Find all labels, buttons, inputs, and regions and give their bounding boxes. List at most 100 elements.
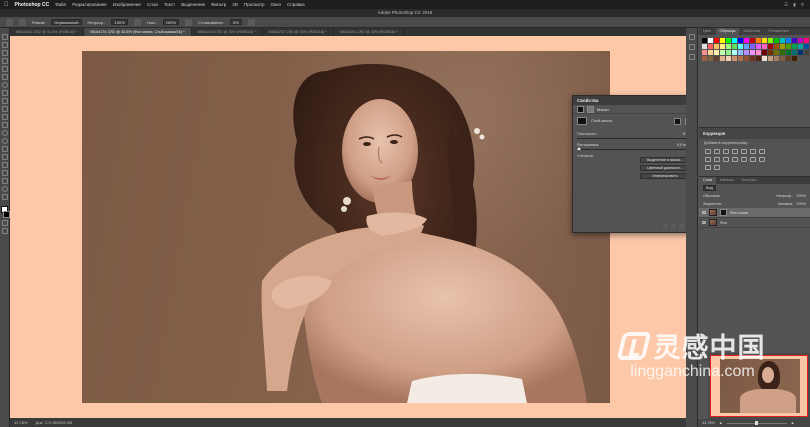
color-swatch[interactable] [744, 44, 749, 49]
color-swatch[interactable] [798, 38, 803, 43]
menu-type[interactable]: Текст [164, 2, 175, 7]
color-swatch[interactable] [732, 56, 737, 61]
color-swatch[interactable] [792, 44, 797, 49]
color-swatch[interactable] [738, 56, 743, 61]
tab-relations[interactable]: Отношения [764, 28, 792, 35]
crop-tool-icon[interactable] [1, 66, 8, 72]
color-swatch[interactable] [738, 50, 743, 55]
color-swatch[interactable] [780, 44, 785, 49]
visibility-toggle-icon[interactable] [679, 224, 684, 229]
posterize-icon[interactable] [750, 157, 756, 162]
search-icon[interactable]: ⚲ [801, 2, 804, 8]
tab-swatches[interactable]: Образцы [715, 28, 740, 35]
color-swatch[interactable] [750, 44, 755, 49]
gradient-tool-icon[interactable] [1, 122, 8, 128]
tab-paths[interactable]: Контуры [738, 177, 761, 184]
eyedropper-tool-icon[interactable] [1, 74, 8, 80]
color-swatch[interactable] [720, 56, 725, 61]
layer-mask-thumbnail[interactable] [577, 117, 587, 125]
tab-color[interactable]: Цвет [699, 28, 716, 35]
flow-field[interactable]: 100% [162, 19, 179, 25]
color-swatch[interactable] [726, 56, 731, 61]
apply-mask-footer-icon[interactable] [671, 224, 676, 229]
navigator-zoom[interactable]: 43,78% [702, 421, 715, 425]
zoom-tool-icon[interactable] [1, 186, 8, 192]
layer-row-background-copy[interactable]: Фон копия [699, 208, 810, 218]
menu-layers[interactable]: Слои [147, 2, 158, 7]
visibility-eye-icon[interactable] [702, 211, 706, 214]
color-swatch[interactable] [732, 50, 737, 55]
color-swatch[interactable] [768, 50, 773, 55]
vector-mask-icon[interactable] [587, 105, 594, 113]
blend-mode-select[interactable]: Обычные [703, 194, 720, 198]
portrait-photo[interactable] [82, 51, 610, 403]
color-swatch[interactable] [786, 50, 791, 55]
color-balance-icon[interactable] [759, 149, 765, 154]
color-swatch[interactable] [750, 56, 755, 61]
photo-filter-icon[interactable] [714, 157, 720, 162]
tab-document-2[interactable]: M0A4174.CR2 @ 43,8% (Фон копия, Слой-мас… [84, 28, 192, 36]
color-swatch[interactable] [756, 50, 761, 55]
color-swatch[interactable] [726, 50, 731, 55]
threshold-icon[interactable] [759, 157, 765, 162]
history-panel-icon[interactable] [688, 34, 695, 40]
color-swatch[interactable] [702, 50, 707, 55]
navigator-zoom-slider[interactable] [726, 420, 787, 425]
color-swatch[interactable] [768, 56, 773, 61]
density-slider[interactable] [577, 136, 694, 139]
paragraph-panel-icon[interactable] [688, 54, 695, 60]
color-swatch[interactable] [798, 44, 803, 49]
color-swatch[interactable] [768, 38, 773, 43]
color-swatch[interactable] [744, 56, 749, 61]
color-swatch[interactable] [774, 56, 779, 61]
opacity-field[interactable]: 100% [111, 19, 128, 25]
color-swatch[interactable] [732, 38, 737, 43]
healing-brush-icon[interactable] [1, 82, 8, 88]
character-panel-icon[interactable] [688, 44, 695, 50]
color-swatch[interactable] [720, 38, 725, 43]
feather-slider[interactable] [577, 147, 692, 150]
menu-window[interactable]: Окно [271, 2, 281, 7]
color-swatch[interactable] [702, 56, 707, 61]
color-swatch[interactable] [744, 38, 749, 43]
color-swatch[interactable] [750, 38, 755, 43]
color-swatch[interactable] [786, 56, 791, 61]
color-swatch[interactable] [786, 44, 791, 49]
tab-document-3[interactable]: M0A4216.CR2 @ 33% (RGB/16) * [192, 28, 263, 36]
gradient-map-icon[interactable] [705, 165, 711, 170]
tab-layers[interactable]: Слои [699, 177, 717, 184]
visibility-eye-icon[interactable] [702, 221, 706, 224]
color-swatch[interactable] [708, 50, 713, 55]
wifi-icon[interactable]: ☰ [784, 2, 788, 8]
brush-tool-icon[interactable] [1, 90, 8, 96]
color-swatch[interactable] [714, 44, 719, 49]
pen-tool-icon[interactable] [1, 146, 8, 152]
eraser-tool-icon[interactable] [1, 114, 8, 120]
layer-mask-icon[interactable] [720, 209, 727, 216]
color-swatch[interactable] [774, 38, 779, 43]
tab-document-4[interactable]: M0A4237.CR2 @ 33% (RGB/16) * [263, 28, 334, 36]
pressure-opacity-icon[interactable] [133, 18, 141, 26]
stamp-tool-icon[interactable] [1, 98, 8, 104]
color-swatch[interactable] [714, 50, 719, 55]
color-swatch[interactable] [720, 44, 725, 49]
zoom-readout[interactable]: 43,78% [14, 420, 28, 425]
fill-value[interactable]: 100% [796, 202, 806, 206]
color-swatch[interactable] [702, 44, 707, 49]
color-swatch[interactable] [756, 38, 761, 43]
curves-icon[interactable] [723, 149, 729, 154]
doc-size-readout[interactable]: Док: 172,9M/353,9M [36, 420, 73, 425]
color-swatch[interactable] [768, 44, 773, 49]
layer-opacity-value[interactable]: 100% [796, 194, 806, 198]
background-color-swatch[interactable] [3, 211, 10, 218]
battery-icon[interactable]: ▮ [793, 2, 795, 8]
menu-edit[interactable]: Редактирование [72, 2, 106, 7]
color-swatch[interactable] [780, 38, 785, 43]
color-swatch[interactable] [804, 44, 809, 49]
black-white-icon[interactable] [705, 157, 711, 162]
zoom-out-icon[interactable]: ▲ [719, 421, 723, 425]
channel-mixer-icon[interactable] [723, 157, 729, 162]
color-swatch[interactable] [744, 50, 749, 55]
menu-file[interactable]: Файл [55, 2, 66, 7]
vibrance-icon[interactable] [741, 149, 747, 154]
